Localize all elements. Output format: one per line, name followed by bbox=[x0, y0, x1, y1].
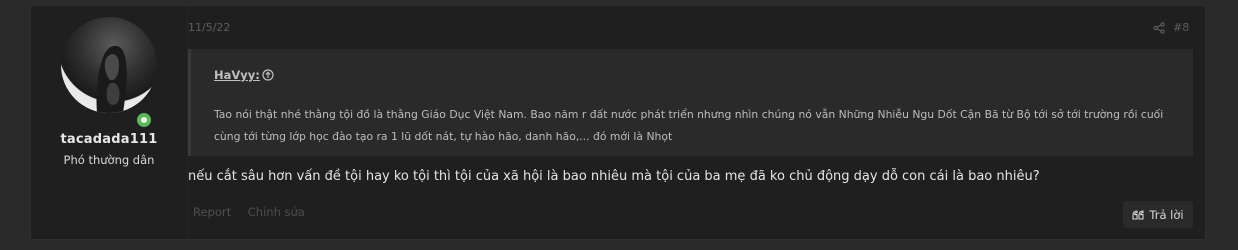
online-status-icon bbox=[134, 110, 154, 130]
scrollbar-track[interactable] bbox=[1216, 0, 1238, 250]
quote-block: HaVyy: Tao nói thật nhé thằng tội đồ là … bbox=[188, 49, 1193, 156]
username[interactable]: tacadada111 bbox=[31, 132, 187, 147]
avatar-image bbox=[96, 45, 127, 113]
quote-icon bbox=[1132, 209, 1144, 220]
reply-button[interactable]: Trả lời bbox=[1123, 201, 1193, 228]
share-icon[interactable] bbox=[1153, 22, 1165, 34]
forum-post: tacadada111 Phó thường dân 11/5/22 #8 Ha… bbox=[30, 5, 1206, 240]
post-actions: Report Chỉnh sửa bbox=[193, 205, 318, 219]
edit-link[interactable]: Chỉnh sửa bbox=[248, 205, 305, 219]
post-message: nếu cắt sâu hơn vấn đề tội hay ko tội th… bbox=[188, 169, 1040, 184]
quote-text: Tao nói thật nhé thằng tội đồ là thằng G… bbox=[214, 108, 1164, 143]
reply-button-label: Trả lời bbox=[1149, 207, 1184, 222]
report-link[interactable]: Report bbox=[193, 205, 231, 219]
post-number[interactable]: #8 bbox=[1173, 21, 1189, 34]
avatar[interactable] bbox=[61, 17, 157, 113]
arrow-up-circle-icon[interactable] bbox=[262, 69, 274, 81]
avatar-container bbox=[61, 17, 157, 130]
post-date[interactable]: 11/5/22 bbox=[188, 21, 230, 34]
quote-author-link[interactable]: HaVyy: bbox=[214, 68, 260, 82]
user-title: Phó thường dân bbox=[63, 153, 155, 167]
